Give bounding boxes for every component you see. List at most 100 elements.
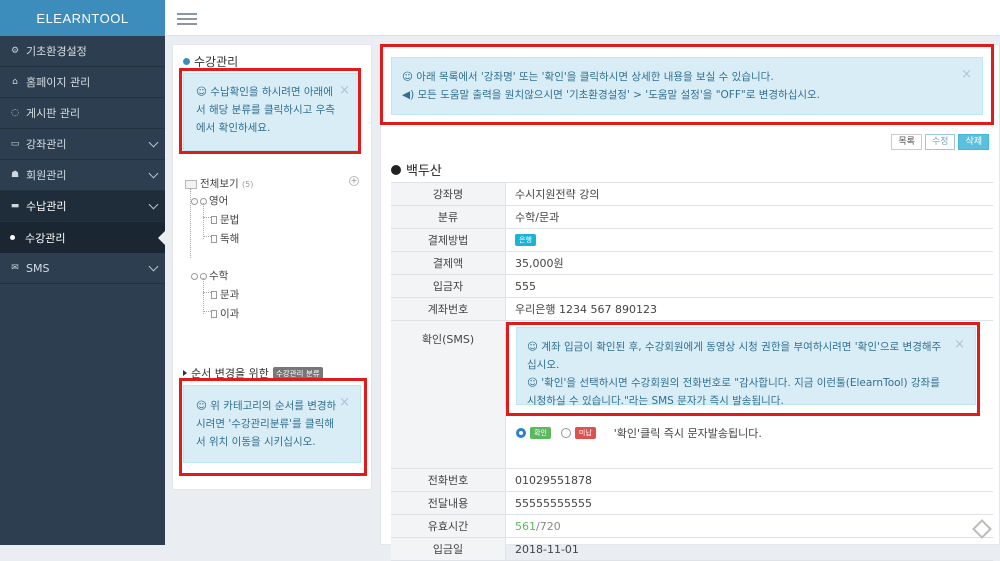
page-icon (211, 216, 217, 224)
valid-time-total: /720 (536, 519, 561, 533)
tree-leaf-liberal[interactable]: 문과 (211, 287, 239, 302)
table-row: 전화번호 01029551878 (391, 469, 993, 492)
depositor-value: 555 (515, 279, 536, 293)
row-label: 계좌번호 (391, 298, 506, 320)
payment-method-cell: 은행 (506, 229, 993, 251)
annotation-frame (380, 44, 994, 125)
edit-button[interactable]: 수정 (924, 134, 956, 150)
sidebar-item-board[interactable]: ◌ 게시판 관리 (0, 98, 165, 129)
tree-node-english[interactable]: 영어 (191, 193, 228, 208)
tree-leaf-label: 독해 (220, 233, 240, 245)
confirm-note: '확인'클릭 즉시 문자발송됩니다. (613, 427, 762, 440)
tree-root[interactable]: 전체보기 (5) (185, 176, 253, 191)
row-label: 분류 (391, 206, 506, 228)
page-icon (211, 235, 217, 243)
list-button[interactable]: 목록 (891, 134, 922, 150)
valid-time-used: 561 (515, 519, 536, 533)
folder-icon (185, 179, 197, 189)
chevron-down-icon (148, 137, 159, 148)
table-row: 강좌명 수시지원전략 강의 (391, 183, 993, 206)
confirm-radio[interactable] (516, 428, 526, 438)
cogs-icon: ⚙ (10, 46, 20, 56)
sidebar-subitem-label: 수강관리 (25, 231, 66, 245)
tree-leaf-science[interactable]: 이과 (211, 306, 239, 321)
active-caret-icon (158, 231, 165, 245)
table-row: 입금일 2018-11-01 (391, 538, 993, 561)
page-icon (211, 310, 217, 318)
chevron-down-icon (148, 168, 159, 179)
users-icon: ☗ (10, 170, 20, 180)
sidebar-item-label: 강좌관리 (26, 138, 67, 151)
tree-node-label: 영어 (209, 195, 229, 207)
table-row: 유효시간 561/720 (391, 515, 993, 538)
sidebar-subitem-enrollment[interactable]: 수강관리 (0, 222, 165, 253)
payment-method-badge: 은행 (515, 234, 536, 246)
app-logo[interactable]: ELEARNTOOL (0, 0, 165, 36)
chevron-down-icon (148, 261, 159, 272)
table-row: 입금자 555 (391, 275, 993, 298)
sidebar-item-courses[interactable]: ▭ 강좌관리 (0, 129, 165, 160)
bullet-icon (183, 58, 190, 65)
sidebar-item-label: 게시판 관리 (26, 107, 81, 120)
course-name-value: 수시지원전략 강의 (515, 188, 600, 201)
message-value: 55555555555 (515, 496, 592, 510)
sidebar-item-label: 수납관리 (26, 200, 67, 213)
comment-icon: ◌ (11, 108, 19, 118)
row-label: 강좌명 (391, 183, 506, 205)
tree-leaf-reading[interactable]: 독해 (211, 231, 239, 246)
sidebar-item-members[interactable]: ☗ 회원관리 (0, 160, 165, 191)
node-icon (191, 197, 198, 205)
menu-toggle-icon[interactable] (177, 13, 197, 28)
monitor-icon: ▭ (10, 139, 20, 149)
row-label: 결제방법 (391, 229, 506, 251)
table-row: 분류 수학/문과 (391, 206, 993, 229)
unpaid-radio[interactable] (560, 428, 571, 438)
node-icon (191, 272, 198, 280)
bullet-icon (391, 164, 401, 175)
tree-count: (5) (241, 180, 254, 189)
sidebar: ELEARNTOOL ⚙ 기초환경설정 ⌂ 홈페이지 관리 ◌ 게시판 관리 ▭… (0, 0, 165, 545)
sidebar-item-label: 홈페이지 관리 (26, 76, 91, 89)
sidebar-item-label: 회원관리 (26, 169, 67, 182)
row-label: 입금일 (391, 538, 506, 560)
phone-value: 01029551878 (515, 473, 592, 487)
sidebar-item-sms[interactable]: ✉ SMS (0, 253, 165, 284)
table-row: 전달내용 55555555555 (391, 492, 993, 515)
envelope-icon: ✉ (11, 263, 19, 273)
category-value: 수학/문과 (515, 211, 560, 224)
valid-time-cell: 561/720 (506, 515, 993, 537)
annotation-frame (179, 378, 367, 476)
topbar (165, 0, 1000, 36)
sidebar-item-settings[interactable]: ⚙ 기초환경설정 (0, 36, 165, 67)
action-buttons: 목록 수정 삭제 (891, 134, 989, 150)
row-label: 확인(SMS) (391, 321, 506, 468)
confirm-badge: 확인 (530, 427, 551, 439)
sidebar-item-label: SMS (26, 261, 50, 275)
page-icon (211, 291, 217, 299)
tree-leaf-grammar[interactable]: 문법 (211, 212, 239, 227)
annotation-frame (506, 322, 980, 416)
row-label: 전화번호 (391, 469, 506, 491)
account-value: 우리은행 1234 567 890123 (515, 303, 657, 316)
tree-node-math[interactable]: 수학 (191, 268, 228, 283)
row-label: 결제액 (391, 252, 506, 274)
chevron-down-icon (148, 199, 159, 210)
table-row: 결제방법 은행 (391, 229, 993, 252)
tree-leaf-label: 문과 (220, 289, 240, 301)
tree-root-label: 전체보기 (200, 178, 239, 190)
page-title: 백두산 (391, 160, 442, 179)
bullet-icon (10, 235, 15, 240)
row-label: 유효시간 (391, 515, 506, 537)
tree-leaf-label: 이과 (220, 308, 240, 320)
amount-value: 35,000원 (515, 257, 564, 270)
sidebar-item-homepage[interactable]: ⌂ 홈페이지 관리 (0, 67, 165, 98)
delete-button[interactable]: 삭제 (958, 134, 989, 150)
card-icon: ▬ (10, 201, 20, 211)
table-row: 계좌번호 우리은행 1234 567 890123 (391, 298, 993, 321)
annotation-frame (179, 68, 361, 154)
unpaid-badge: 미납 (574, 427, 596, 439)
home-icon: ⌂ (12, 77, 18, 87)
expand-all-icon[interactable]: + (349, 176, 359, 186)
sidebar-item-payments[interactable]: ▬ 수납관리 (0, 191, 165, 222)
sidebar-item-label: 기초환경설정 (26, 45, 87, 58)
